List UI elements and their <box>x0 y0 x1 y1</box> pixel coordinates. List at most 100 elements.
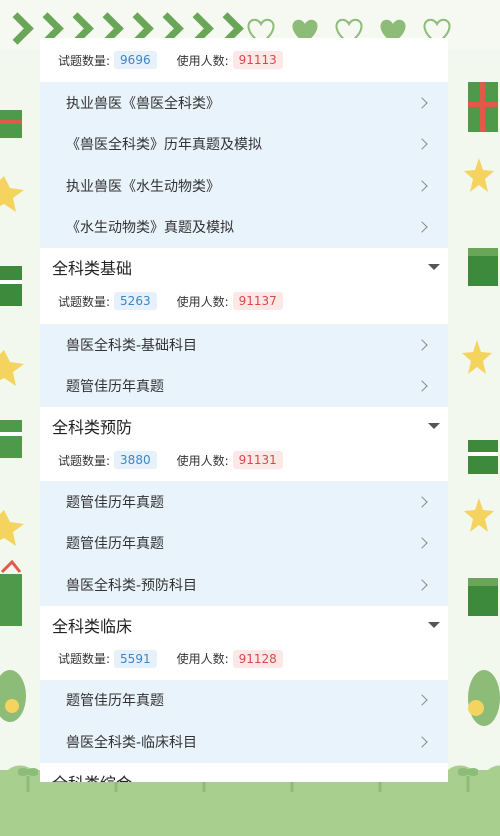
subject-list-item[interactable]: 兽医全科类-临床科目 <box>40 721 448 763</box>
chevron-right-icon <box>416 339 428 351</box>
user-count-label: 使用人数: <box>176 53 229 68</box>
chevron-icon <box>4 14 30 40</box>
subject-list-item[interactable]: 题管佳历年真题 <box>40 680 448 722</box>
question-count-label: 试题数量: <box>58 294 111 309</box>
subject-label: 执业兽医《兽医全科类》 <box>66 95 220 112</box>
question-count-badge: 9696 <box>114 51 157 69</box>
stats-row: 试题数量: 5263 使用人数: 91137 <box>40 286 448 316</box>
chevron-icon <box>184 14 210 40</box>
subject-label: 《兽医全科类》历年真题及模拟 <box>66 137 262 154</box>
subject-list: 题管佳历年真题 题管佳历年真题 兽医全科类-预防科目 <box>40 481 448 606</box>
category-section: 全科类预防 试题数量: 3880 使用人数: 91131 题管佳历年真题 题管佳… <box>40 407 448 606</box>
chevron-icon <box>214 14 240 40</box>
subject-list: 执业兽医《兽医全科类》 《兽医全科类》历年真题及模拟 执业兽医《水生动物类》 《… <box>40 82 448 248</box>
character-icon <box>0 670 26 722</box>
subject-label: 题管佳历年真题 <box>66 536 164 553</box>
chevron-right-icon <box>416 180 428 192</box>
subject-label: 兽医全科类-临床科目 <box>66 734 198 751</box>
gift-icon <box>468 578 498 616</box>
gift-icon <box>0 110 22 138</box>
subject-list-item[interactable]: 题管佳历年真题 <box>40 523 448 565</box>
gift-icon <box>468 248 498 286</box>
category-section: 全科类综合 <box>40 763 448 783</box>
category-header[interactable]: 全科类综合 <box>40 763 448 783</box>
sprout-icon <box>18 768 38 792</box>
chevron-right-icon <box>416 138 428 150</box>
user-count-label: 使用人数: <box>176 294 229 309</box>
user-count-badge: 91128 <box>232 649 283 668</box>
subject-list: 题管佳历年真题 兽医全科类-临床科目 <box>40 679 448 763</box>
subject-list: 兽医全科类-基础科目 题管佳历年真题 <box>40 324 448 407</box>
category-title: 全科类预防 <box>52 418 133 437</box>
subject-list-item[interactable]: 《水生动物类》真题及模拟 <box>40 207 448 249</box>
question-count-label: 试题数量: <box>58 652 111 666</box>
stats-row: 试题数量: 9696 使用人数: 91113 <box>40 38 448 82</box>
right-decoration <box>460 50 500 790</box>
user-count-badge: 91131 <box>232 451 283 469</box>
chevron-right-icon <box>416 380 428 392</box>
chevron-icon <box>64 14 90 40</box>
chevron-right-icon <box>416 97 428 109</box>
chevron-icon <box>154 14 180 40</box>
question-count-label: 试题数量: <box>58 53 111 68</box>
user-count-label: 使用人数: <box>176 453 229 468</box>
chevron-icon <box>94 14 120 40</box>
star-icon <box>0 350 24 386</box>
subject-list-item[interactable]: 兽医全科类-预防科目 <box>40 564 448 606</box>
category-title: 全科类综合 <box>52 770 132 783</box>
chevron-icon <box>34 14 60 40</box>
chevron-icon <box>124 14 150 40</box>
user-count-badge: 91137 <box>232 292 283 310</box>
chevron-right-icon <box>416 537 428 549</box>
chevron-right-icon <box>416 496 428 508</box>
subject-list-item[interactable]: 《兽医全科类》历年真题及模拟 <box>40 124 448 166</box>
category-section: 全科类临床 试题数量: 5591 使用人数: 91128 题管佳历年真题 兽医全… <box>40 606 448 763</box>
category-header[interactable]: 全科类基础 <box>40 248 448 286</box>
subject-list-item[interactable]: 执业兽医《水生动物类》 <box>40 165 448 207</box>
question-count-badge: 5263 <box>114 292 157 310</box>
gift-icon <box>468 82 498 132</box>
stats-row: 试题数量: 3880 使用人数: 91131 <box>40 445 448 475</box>
caret-down-icon[interactable] <box>428 621 440 628</box>
caret-down-icon[interactable] <box>428 423 440 429</box>
subject-list-item[interactable]: 执业兽医《兽医全科类》 <box>40 82 448 124</box>
subject-label: 题管佳历年真题 <box>66 494 164 511</box>
star-icon <box>464 498 494 532</box>
caret-down-icon[interactable] <box>428 264 440 270</box>
subject-list-item[interactable]: 题管佳历年真题 <box>40 481 448 523</box>
subject-list-item[interactable]: 兽医全科类-基础科目 <box>40 324 448 366</box>
subject-label: 兽医全科类-基础科目 <box>66 337 198 354</box>
subject-label: 执业兽医《水生动物类》 <box>66 178 220 195</box>
subject-label: 题管佳历年真题 <box>66 379 164 396</box>
star-icon <box>464 158 494 192</box>
sprout-icon <box>458 768 478 792</box>
gift-icon <box>0 266 22 306</box>
subject-list-item[interactable]: 题管佳历年真题 <box>40 366 448 408</box>
chevron-pattern <box>4 14 240 40</box>
question-count-label: 试题数量: <box>58 453 111 468</box>
category-section: 试题数量: 9696 使用人数: 91113 执业兽医《兽医全科类》 《兽医全科… <box>40 38 448 248</box>
category-title: 全科类基础 <box>52 259 133 278</box>
star-icon <box>462 340 492 374</box>
question-count-badge: 5591 <box>114 649 157 668</box>
category-list-panel: 试题数量: 9696 使用人数: 91113 执业兽医《兽医全科类》 《兽医全科… <box>40 38 448 782</box>
gift-icon <box>468 440 498 474</box>
subject-label: 《水生动物类》真题及模拟 <box>66 220 234 237</box>
left-decoration <box>0 50 40 790</box>
character-icon <box>468 670 500 726</box>
category-header[interactable]: 全科类临床 <box>40 606 448 644</box>
subject-label: 兽医全科类-预防科目 <box>66 577 198 594</box>
star-icon <box>0 176 24 212</box>
category-title: 全科类临床 <box>52 616 133 636</box>
gift-icon <box>0 420 22 458</box>
category-header[interactable]: 全科类预防 <box>40 407 448 445</box>
gift-icon <box>0 560 22 626</box>
user-count-label: 使用人数: <box>176 652 229 666</box>
subject-label: 题管佳历年真题 <box>66 693 164 710</box>
user-count-badge: 91113 <box>232 51 283 69</box>
category-section: 全科类基础 试题数量: 5263 使用人数: 91137 兽医全科类-基础科目 … <box>40 248 448 407</box>
chevron-right-icon <box>416 736 428 748</box>
chevron-right-icon <box>416 579 428 591</box>
chevron-right-icon <box>416 694 428 706</box>
stats-row: 试题数量: 5591 使用人数: 91128 <box>40 644 448 674</box>
